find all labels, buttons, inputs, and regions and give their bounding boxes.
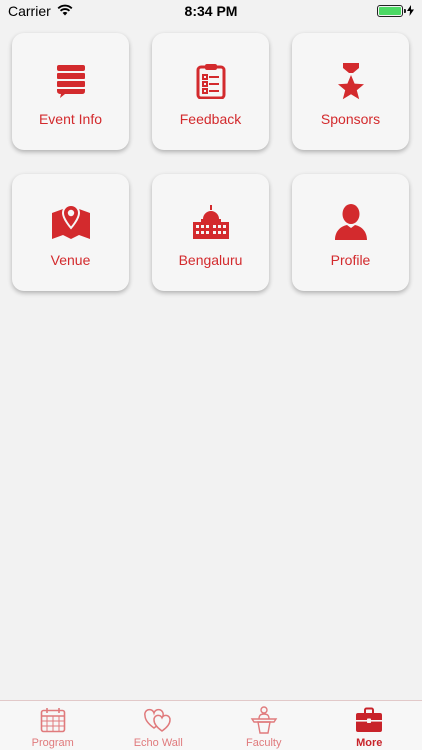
event-info-icon	[51, 61, 91, 101]
carrier-label: Carrier	[8, 3, 51, 19]
medal-icon	[331, 61, 371, 101]
battery-fill	[379, 7, 401, 15]
tile-label: Profile	[330, 252, 371, 268]
person-icon	[331, 202, 371, 242]
building-icon	[191, 202, 231, 242]
tile-label: Bengaluru	[178, 252, 243, 268]
tile-label: Feedback	[179, 111, 242, 127]
briefcase-icon	[355, 706, 383, 734]
wifi-icon	[57, 3, 73, 19]
tile-label: Event Info	[38, 111, 103, 127]
tab-label: More	[356, 737, 383, 749]
clipboard-icon	[191, 61, 231, 101]
tile-label: Sponsors	[320, 111, 381, 127]
hearts-icon	[144, 706, 172, 734]
tile-label: Venue	[50, 252, 91, 268]
status-right	[377, 3, 414, 19]
menu-grid: Event Info Feedback Sponsors Venue Benga…	[12, 33, 410, 291]
tab-more[interactable]: More	[317, 701, 422, 749]
tab-faculty[interactable]: Faculty	[211, 701, 316, 749]
status-bar: Carrier 8:34 PM	[0, 0, 422, 22]
podium-icon	[250, 706, 278, 734]
battery-icon	[377, 5, 406, 17]
tile-feedback[interactable]: Feedback	[152, 33, 269, 150]
tab-program[interactable]: Program	[0, 701, 105, 749]
tab-label: Echo Wall	[133, 737, 183, 749]
tab-label: Program	[31, 737, 74, 749]
tab-label: Faculty	[246, 737, 282, 749]
tile-profile[interactable]: Profile	[292, 174, 409, 291]
tile-bengaluru[interactable]: Bengaluru	[152, 174, 269, 291]
more-screen: Carrier 8:34 PM Event Info Feedback Spon…	[0, 0, 422, 750]
calendar-icon	[39, 706, 67, 734]
tile-event-info[interactable]: Event Info	[12, 33, 129, 150]
charging-bolt-icon	[407, 3, 414, 19]
status-left: Carrier	[8, 3, 73, 19]
map-pin-icon	[51, 202, 91, 242]
tab-echo-wall[interactable]: Echo Wall	[106, 701, 211, 749]
tile-sponsors[interactable]: Sponsors	[292, 33, 409, 150]
tile-venue[interactable]: Venue	[12, 174, 129, 291]
tab-bar: Program Echo Wall Faculty More	[0, 700, 422, 750]
